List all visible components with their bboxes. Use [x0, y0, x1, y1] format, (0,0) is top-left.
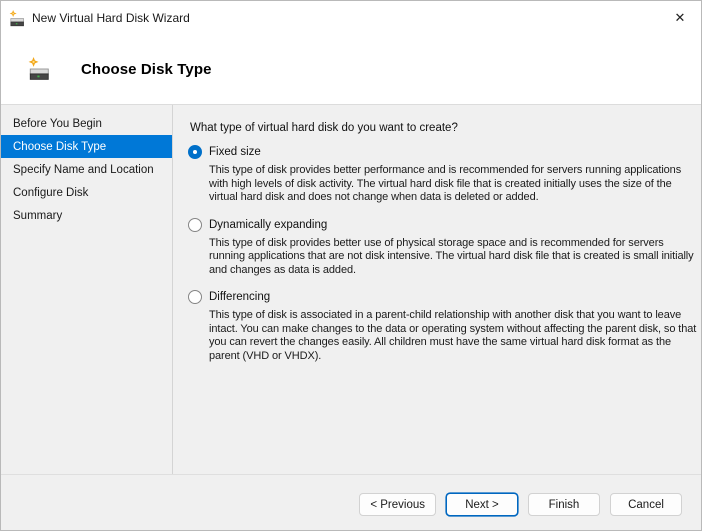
radio-label: Differencing	[209, 291, 271, 303]
radio-button-icon[interactable]	[188, 290, 202, 304]
option-fixed-size: Fixed size This type of disk provides be…	[188, 145, 701, 205]
new-virtual-hard-disk-icon	[9, 9, 25, 26]
wizard-header: Choose Disk Type	[1, 34, 701, 105]
radio-label: Dynamically expanding	[209, 218, 328, 231]
close-icon: ✕	[674, 9, 686, 25]
option-description: This type of disk provides better perfor…	[209, 164, 682, 203]
page-title: Choose Disk Type	[81, 60, 212, 78]
sidebar-item-configure-disk[interactable]: Configure Disk	[1, 181, 172, 204]
finish-button[interactable]: Finish	[528, 493, 600, 516]
previous-button[interactable]: < Previous	[359, 493, 436, 516]
window-title: New Virtual Hard Disk Wizard	[32, 10, 190, 25]
radio-button-icon[interactable]	[188, 145, 202, 159]
radio-differencing[interactable]: Differencing	[188, 290, 701, 304]
wizard-body: Before You Begin Choose Disk Type Specif…	[1, 105, 701, 474]
radio-button-icon[interactable]	[188, 217, 202, 232]
question-text: What type of virtual hard disk do you wa…	[190, 122, 458, 134]
option-differencing: Differencing This type of disk is associ…	[188, 290, 701, 363]
wizard-page-content: What type of virtual hard disk do you wa…	[173, 105, 701, 474]
radio-fixed-size[interactable]: Fixed size	[188, 145, 701, 159]
cancel-button[interactable]: Cancel	[610, 493, 682, 516]
radio-label: Fixed size	[209, 146, 261, 158]
close-button[interactable]: ✕	[665, 5, 695, 31]
next-button[interactable]: Next >	[446, 493, 518, 516]
option-dynamically-expanding: Dynamically expanding This type of disk …	[188, 217, 701, 278]
wizard-window: New Virtual Hard Disk Wizard ✕ Choose Di…	[0, 0, 702, 531]
title-bar: New Virtual Hard Disk Wizard ✕	[1, 1, 701, 34]
option-description: This type of disk provides better use of…	[209, 236, 694, 276]
sidebar-item-choose-disk-type[interactable]: Choose Disk Type	[1, 135, 172, 158]
sidebar-item-before-you-begin[interactable]: Before You Begin	[1, 112, 172, 135]
sidebar-item-summary[interactable]: Summary	[1, 204, 172, 227]
radio-dynamically-expanding[interactable]: Dynamically expanding	[188, 217, 701, 232]
button-bar: < Previous Next > Finish Cancel	[1, 474, 701, 530]
wizard-steps-sidebar: Before You Begin Choose Disk Type Specif…	[1, 105, 173, 474]
sidebar-item-specify-name-and-location[interactable]: Specify Name and Location	[1, 158, 172, 181]
option-description: This type of disk is associated in a par…	[209, 309, 697, 362]
new-virtual-hard-disk-icon	[28, 57, 50, 81]
